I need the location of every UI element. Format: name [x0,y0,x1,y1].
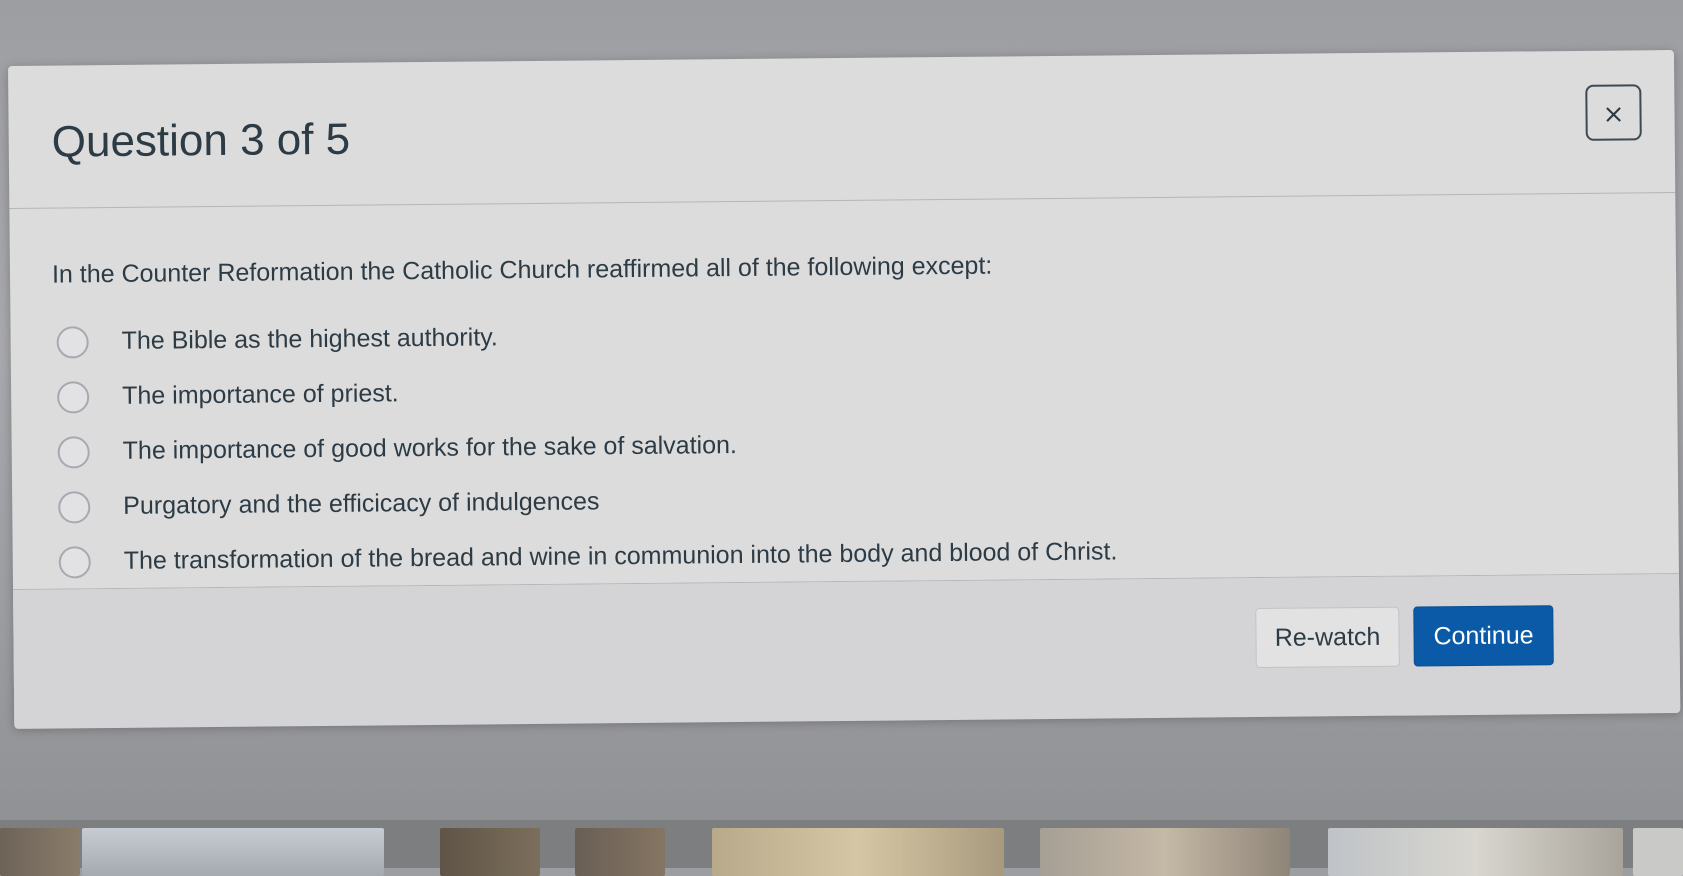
answer-option[interactable]: The Bible as the highest authority. [56,304,1115,369]
radio-button[interactable] [58,545,91,579]
answer-label: The transformation of the bread and wine… [123,537,1118,575]
answer-label: The importance of priest. [122,379,399,410]
answer-option[interactable]: The importance of priest. [57,359,1116,424]
answer-label: The Bible as the highest authority. [121,323,498,355]
background-thumbnail [1633,828,1683,876]
background-thumbnail [1040,828,1290,876]
answer-list: The Bible as the highest authority. The … [56,304,1117,589]
rewatch-button[interactable]: Re-watch [1255,606,1400,669]
background-thumbnail [712,828,1004,876]
answer-option[interactable]: Purgatory and the efficicacy of indulgen… [58,469,1117,534]
dialog-title: Question 3 of 5 [51,114,351,167]
background-thumbnail [82,828,384,876]
dialog-body: In the Counter Reformation the Catholic … [9,193,1679,589]
radio-button[interactable] [58,490,91,524]
background-thumbnail-strip [0,820,1683,876]
answer-option[interactable]: The importance of good works for the sak… [57,414,1116,479]
background-thumbnail [0,828,80,876]
close-button[interactable]: × [1585,84,1642,141]
dialog-header: Question 3 of 5 × [8,50,1676,209]
close-icon: × [1602,99,1625,130]
background-thumbnail [575,828,665,876]
quiz-dialog: Question 3 of 5 × In the Counter Reforma… [8,50,1681,729]
continue-button[interactable]: Continue [1413,605,1554,667]
background-thumbnail [1328,828,1623,876]
answer-label: The importance of good works for the sak… [122,431,738,465]
radio-button[interactable] [57,380,90,414]
dialog-footer: Re-watch Continue [13,572,1681,729]
background-thumbnail [440,828,540,876]
question-text: In the Counter Reformation the Catholic … [51,251,993,289]
answer-label: Purgatory and the efficicacy of indulgen… [123,487,600,520]
radio-button[interactable] [57,435,90,469]
radio-button[interactable] [56,325,89,359]
